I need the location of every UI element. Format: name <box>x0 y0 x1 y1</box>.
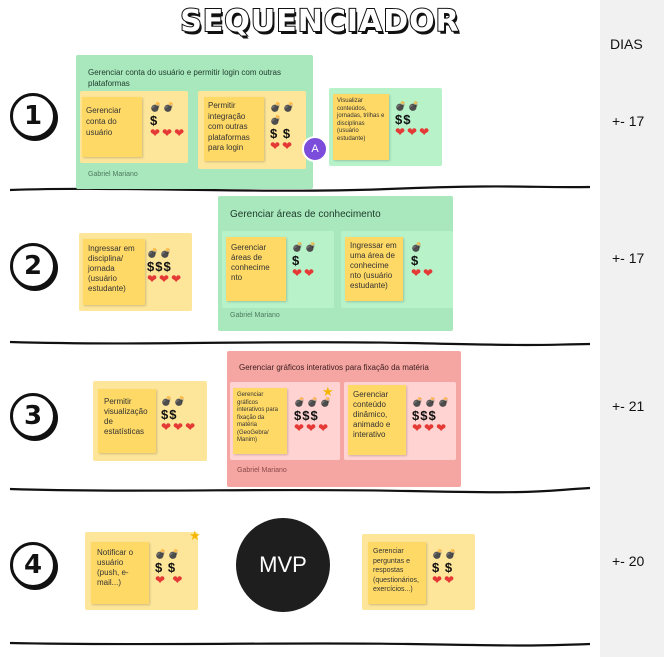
value-icon: ❤❤ <box>411 266 436 280</box>
star-icon: ★ <box>189 528 201 543</box>
user-avatar[interactable]: A <box>302 136 328 162</box>
frame-conta-usuario[interactable]: Gerenciar conta do usuário e permitir lo… <box>76 55 313 189</box>
sticky-note: Gerenciar conteúdo dinâmico, animado e i… <box>348 385 406 455</box>
sticky-note: Permitir integração com outras plataform… <box>204 97 264 161</box>
sticky-note: Notificar o usuário (push, e-mail...) <box>91 542 149 604</box>
frame-title: Gerenciar gráficos interativos para fixa… <box>239 363 429 372</box>
card-ingressar-disciplina[interactable]: Ingressar em disciplina/ jornada (usuári… <box>79 233 192 311</box>
row-days-4: +- 20 <box>612 553 645 569</box>
card-ratings: 💣💣 $ ❤❤❤ <box>150 101 186 140</box>
row-number-2: 2 <box>10 243 56 289</box>
sticky-note: Gerenciar conta do usuário <box>82 97 142 157</box>
value-icon: ❤❤❤ <box>161 420 198 434</box>
value-icon: ❤❤❤ <box>412 421 449 435</box>
card-conteudo-dinamico[interactable]: Gerenciar conteúdo dinâmico, animado e i… <box>344 382 456 460</box>
value-icon: ❤❤❤ <box>150 126 187 140</box>
card-ratings: 💣💣 $ $ ❤ ❤ <box>155 548 184 587</box>
card-ratings: 💣💣💣 $$$ ❤❤❤ <box>412 396 452 435</box>
row-divider-4 <box>9 641 591 647</box>
card-ratings: 💣💣 $$$ ❤❤❤ <box>147 247 183 286</box>
card-graficos-geogebra[interactable]: Gerenciar gráficos interativos para fixa… <box>230 382 340 460</box>
card-ratings: 💣💣 $ $ ❤❤ <box>432 548 458 587</box>
frame-author: Gabriel Mariano <box>88 171 138 178</box>
sticky-note: Permitir visualização de estatísticas <box>98 389 156 453</box>
card-integracao-login[interactable]: Permitir integração com outras plataform… <box>198 91 306 169</box>
mvp-marker: MVP <box>236 518 330 612</box>
row-days-2: +- 17 <box>612 250 645 266</box>
star-icon: ★ <box>322 384 334 399</box>
card-ratings: 💣💣 $$ ❤❤❤ <box>395 100 431 139</box>
days-header: DIAS <box>610 36 643 52</box>
frame-graficos-interativos[interactable]: Gerenciar gráficos interativos para fixa… <box>227 351 461 487</box>
row-divider-2 <box>9 340 591 347</box>
sticky-note: Gerenciar perguntas e respostas (questio… <box>368 542 426 604</box>
card-visualizar-conteudos[interactable]: Visualizar conteúdos, jornadas, trilhas … <box>329 88 442 166</box>
sticky-note: Gerenciar áreas de conhecime nto <box>226 237 286 301</box>
value-icon: ❤❤ <box>432 573 457 587</box>
row-days-1: +- 17 <box>612 113 645 129</box>
card-ratings: 💣💣 $$ ❤❤❤ <box>161 395 197 434</box>
frame-author: Gabriel Mariano <box>230 312 280 319</box>
board-title: SEQUENCIADOR <box>179 3 460 40</box>
card-ratings: 💣💣💣 $$$ ❤❤❤ <box>294 396 334 435</box>
value-icon: ❤❤❤ <box>294 421 331 435</box>
sticky-note: Gerenciar gráficos interativos para fixa… <box>233 388 287 454</box>
frame-title: Gerenciar áreas de conhecimento <box>230 209 381 220</box>
row-number-3: 3 <box>10 393 56 439</box>
frame-title: Gerenciar conta do usuário e permitir lo… <box>88 68 281 88</box>
effort-icon: 💣💣💣 <box>270 102 297 125</box>
sticky-note: Ingressar em disciplina/ jornada (usuári… <box>83 239 145 305</box>
value-icon: ❤❤❤ <box>147 272 184 286</box>
value-icon: ❤❤ <box>292 266 317 280</box>
frame-areas-conhecimento[interactable]: Gerenciar áreas de conhecimento Gerencia… <box>218 196 453 331</box>
card-visualizacao-estatisticas[interactable]: Permitir visualização de estatísticas 💣💣… <box>93 381 207 461</box>
row-number-1: 1 <box>10 93 56 139</box>
card-gerenciar-areas[interactable]: Gerenciar áreas de conhecime nto 💣💣 $ ❤❤ <box>222 231 334 308</box>
card-ratings: 💣💣 $ ❤❤ <box>292 241 318 280</box>
card-ingressar-area[interactable]: Ingressar em uma área de conhecime nto (… <box>341 231 453 308</box>
card-notificar-usuario[interactable]: Notificar o usuário (push, e-mail...) 💣💣… <box>85 528 201 610</box>
card-perguntas-respostas[interactable]: Gerenciar perguntas e respostas (questio… <box>362 534 475 610</box>
row-days-3: +- 21 <box>612 398 645 414</box>
card-ratings: 💣 $ ❤❤ <box>411 241 435 280</box>
card-ratings: 💣💣💣 $ $ ❤❤ <box>270 101 306 153</box>
frame-author: Gabriel Mariano <box>237 467 287 474</box>
sticky-note: Ingressar em uma área de conhecime nto (… <box>345 237 403 301</box>
value-icon: ❤❤ <box>270 139 295 153</box>
row-number-4: 4 <box>10 542 56 588</box>
value-icon: ❤❤❤ <box>395 125 432 139</box>
value-icon: ❤ ❤ <box>155 573 185 587</box>
sticky-note: Visualizar conteúdos, jornadas, trilhas … <box>333 94 389 160</box>
card-gerenciar-conta[interactable]: Gerenciar conta do usuário 💣💣 $ ❤❤❤ <box>80 91 188 163</box>
